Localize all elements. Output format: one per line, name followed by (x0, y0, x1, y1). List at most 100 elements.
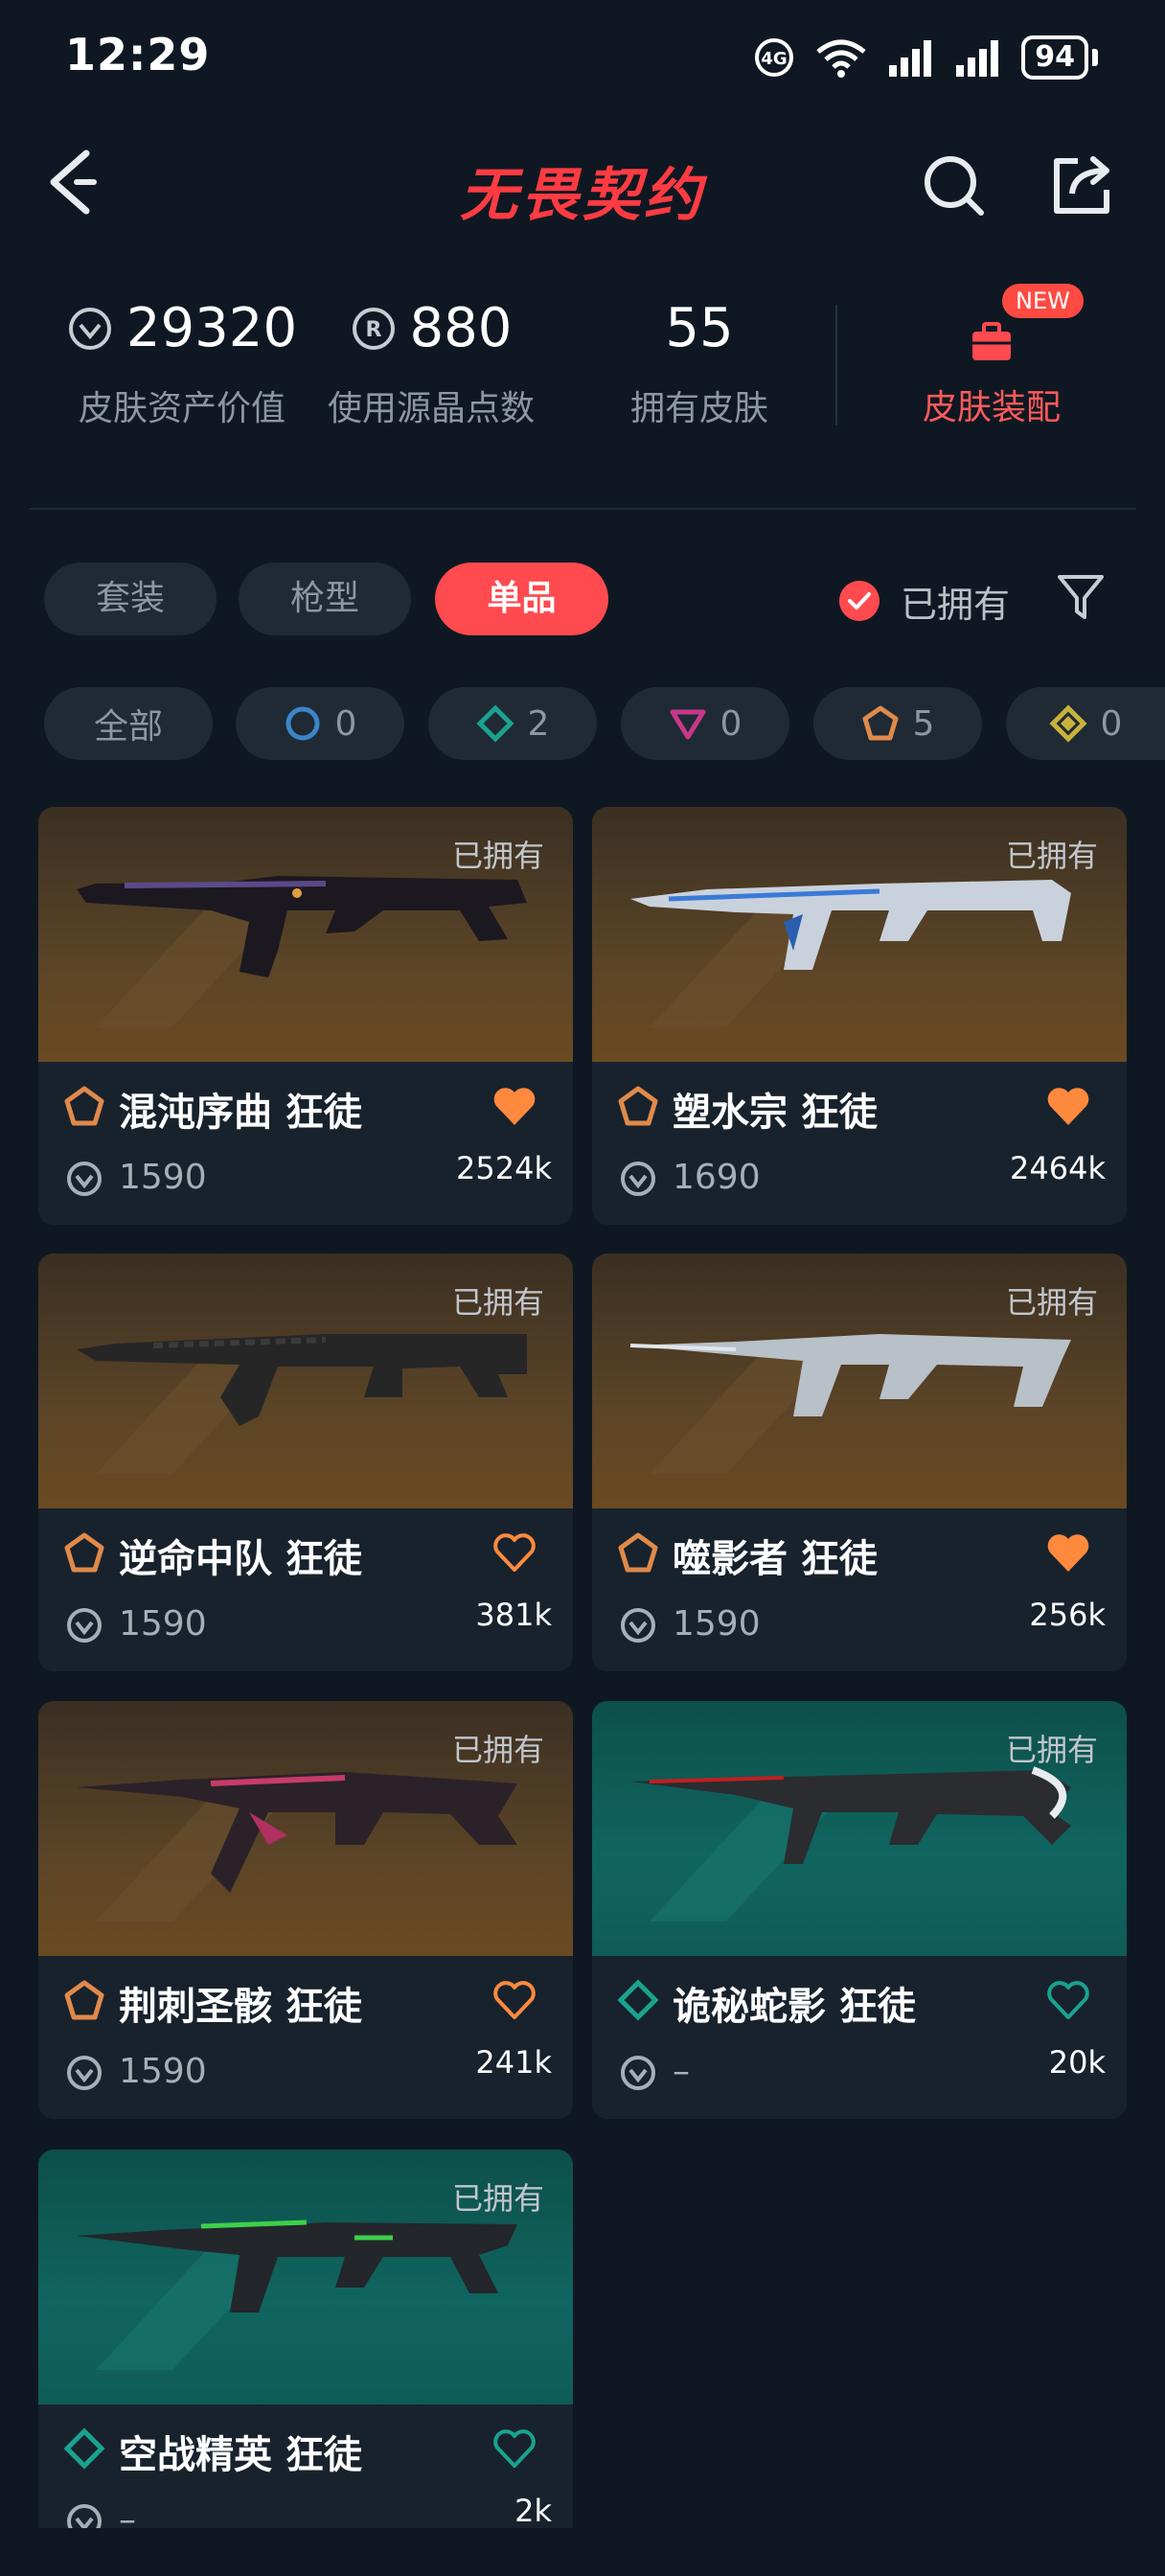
stat-owned-skins: 55 拥有皮肤 (594, 297, 805, 430)
skin-image: 已拥有 (38, 807, 573, 1062)
skin-card[interactable]: 已拥有 逆命中队 狂徒 1590 381k (38, 1254, 573, 1671)
rarity-filter-ultra-count: 0 (1100, 703, 1123, 744)
skin-image: 已拥有 (592, 807, 1127, 1062)
heart-outline-icon[interactable] (1044, 1979, 1092, 2023)
owned-tag: 已拥有 (1005, 1732, 1098, 1768)
deluxe-tier-icon (476, 704, 514, 743)
skin-image: 已拥有 (38, 2150, 573, 2404)
svg-text:R: R (365, 318, 381, 342)
skin-likes: 2464k (1010, 1150, 1106, 1186)
vp-coin-icon (67, 1608, 102, 1643)
skin-name: 诡秘蛇影 狂徒 (673, 1985, 916, 2029)
tab-bundle[interactable]: 套装 (44, 563, 217, 635)
rarity-filter-exclusive[interactable]: 5 (813, 687, 982, 760)
skin-name: 噬影者 狂徒 (673, 1537, 878, 1581)
skin-price: – (119, 2500, 136, 2528)
exclusive-tier-icon (862, 705, 899, 741)
heart-outline-icon[interactable] (491, 1979, 538, 2023)
heart-filled-icon[interactable] (1044, 1531, 1092, 1576)
rarity-filter-ultra[interactable]: 0 (1006, 687, 1165, 760)
tab-weapon-type[interactable]: 枪型 (239, 563, 411, 635)
rarity-filter-deluxe[interactable]: 2 (428, 687, 597, 760)
owned-filter-label[interactable]: 已拥有 (901, 575, 1010, 628)
exclusive-tier-icon (618, 1532, 658, 1573)
skin-price: 1590 (673, 1604, 761, 1644)
skin-card[interactable]: 已拥有 诡秘蛇影 狂徒 – 20k (592, 1701, 1127, 2119)
status-time: 12:29 (65, 29, 211, 80)
skin-image: 已拥有 (592, 1254, 1127, 1508)
premium-tier-icon (670, 709, 706, 740)
skin-price: 1590 (119, 1158, 207, 1197)
volte-icon: 4G (755, 38, 794, 77)
filter-icon[interactable] (1056, 571, 1106, 625)
skin-price: 1690 (673, 1158, 761, 1197)
heart-filled-icon[interactable] (1044, 1085, 1092, 1129)
stat-asset-value: 29320 皮肤资产价值 (38, 297, 326, 430)
deluxe-tier-icon (63, 2427, 105, 2470)
vp-coin-icon (68, 307, 111, 350)
signal-icon (889, 40, 932, 77)
stat-asset-value-number: 29320 (126, 297, 298, 359)
stat-asset-value-label: 皮肤资产价值 (78, 389, 286, 428)
vp-coin-icon (67, 2056, 102, 2090)
section-divider (29, 508, 1136, 510)
ultra-tier-icon (1049, 704, 1087, 743)
owned-tag: 已拥有 (451, 1284, 544, 1321)
skin-card[interactable]: 已拥有 噬影者 狂徒 1590 256k (592, 1254, 1127, 1671)
battery-tip (1092, 49, 1098, 66)
owned-tag: 已拥有 (451, 1732, 544, 1768)
exclusive-tier-icon (618, 1086, 658, 1126)
rarity-filter-premium[interactable]: 0 (621, 687, 789, 760)
signal-icon-2 (956, 40, 999, 77)
share-icon[interactable] (1049, 151, 1116, 218)
search-icon[interactable] (920, 151, 987, 218)
owned-tag: 已拥有 (1005, 1284, 1098, 1321)
exclusive-tier-icon (64, 1980, 104, 2020)
skin-likes: 20k (1048, 2044, 1106, 2081)
skin-name: 混沌序曲 狂徒 (119, 1091, 362, 1135)
skin-image: 已拥有 (38, 1254, 573, 1508)
skin-image: 已拥有 (38, 1701, 573, 1956)
heart-outline-icon[interactable] (491, 2427, 538, 2472)
vp-coin-icon (67, 2504, 102, 2528)
rarity-filter-all-label: 全部 (93, 707, 163, 747)
vp-coin-icon (621, 1608, 655, 1643)
vp-coin-icon (621, 1162, 655, 1196)
heart-outline-icon[interactable] (491, 1531, 538, 1576)
skin-equip-label: 皮肤装配 (922, 388, 1061, 427)
heart-filled-icon[interactable] (491, 1085, 538, 1129)
skin-card[interactable]: 已拥有 混沌序曲 狂徒 1590 2524k (38, 807, 573, 1225)
vp-coin-icon (67, 1162, 102, 1196)
skin-likes: 2k (514, 2493, 552, 2528)
radianite-icon: R (352, 307, 395, 350)
exclusive-tier-icon (64, 1532, 104, 1573)
skin-card[interactable]: 已拥有 荆刺圣骸 狂徒 1590 241k (38, 1701, 573, 2119)
skin-likes: 381k (475, 1597, 552, 1633)
stat-radianite-number: 880 (409, 297, 513, 359)
stat-radianite: R 880 使用源晶点数 (316, 297, 546, 430)
skin-likes: 2524k (456, 1150, 552, 1186)
skin-card[interactable]: 已拥有 空战精英 狂徒 – 2k (38, 2150, 573, 2528)
battery-indicator: 94 (1021, 35, 1088, 80)
rarity-filter-deluxe-count: 2 (527, 703, 550, 744)
stat-radianite-label: 使用源晶点数 (327, 389, 535, 428)
skin-price: 1590 (119, 2052, 207, 2091)
rarity-filter-all[interactable]: 全部 (44, 687, 213, 760)
rarity-filter-select[interactable]: 0 (236, 687, 404, 760)
stat-owned-skins-number: 55 (665, 297, 734, 359)
skin-price: – (673, 2052, 690, 2091)
owned-tag: 已拥有 (451, 2180, 544, 2217)
exclusive-tier-icon (64, 1086, 104, 1126)
owned-checkbox-icon[interactable] (839, 581, 879, 621)
skin-name: 空战精英 狂徒 (119, 2433, 362, 2477)
stat-owned-skins-label: 拥有皮肤 (629, 389, 768, 428)
tab-single-item[interactable]: 单品 (435, 563, 608, 635)
deluxe-tier-icon (617, 1979, 659, 2021)
skin-likes: 241k (475, 2044, 552, 2081)
owned-tag: 已拥有 (451, 838, 544, 874)
svg-text:4G: 4G (762, 49, 788, 69)
select-tier-icon (286, 706, 320, 741)
skin-name: 逆命中队 狂徒 (119, 1537, 362, 1581)
skin-price: 1590 (119, 1604, 207, 1644)
skin-card[interactable]: 已拥有 塑水宗 狂徒 1690 2464k (592, 807, 1127, 1225)
